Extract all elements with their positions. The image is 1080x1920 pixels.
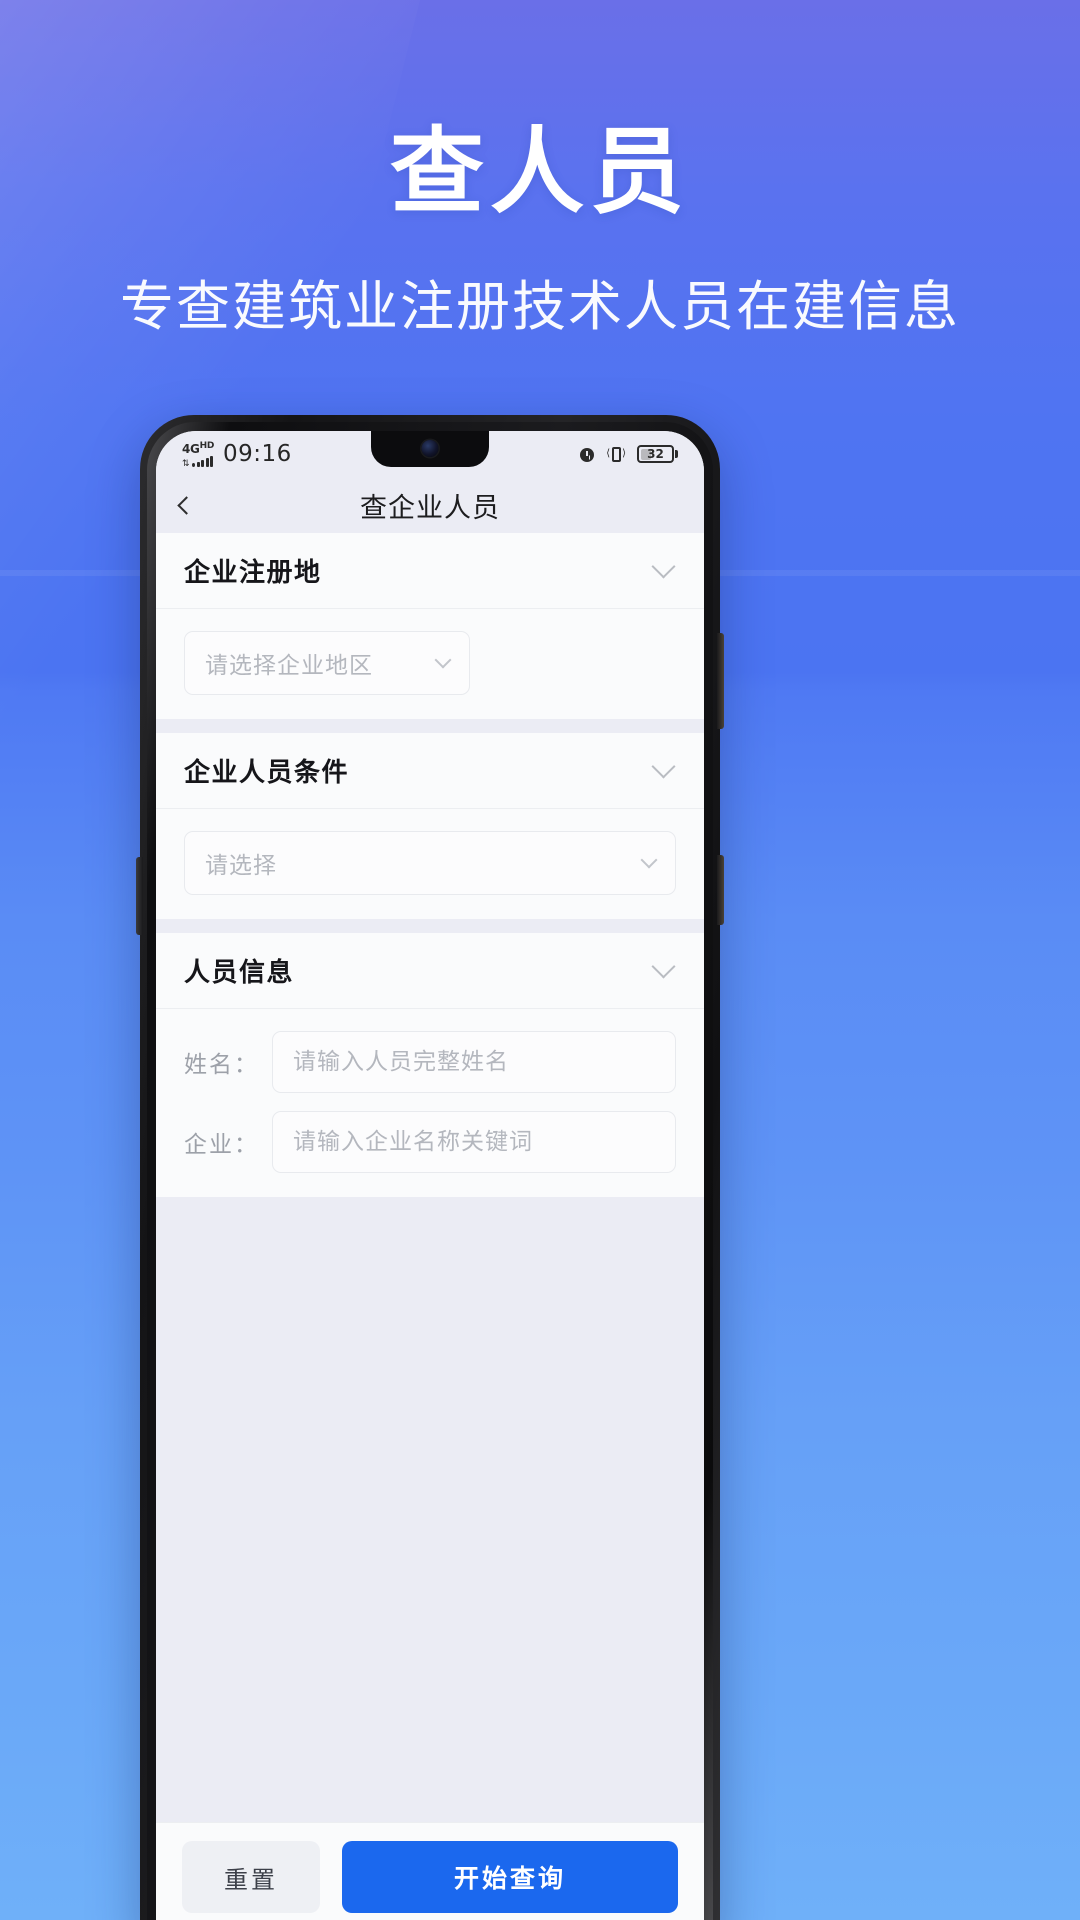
start-search-button[interactable]: 开始查询 [342, 1841, 678, 1913]
back-chevron-icon [176, 495, 196, 515]
section-header-person-criteria[interactable]: 企业人员条件 [156, 733, 704, 809]
battery-level-label: 32 [647, 447, 664, 461]
back-button[interactable] [156, 477, 212, 533]
vibrate-icon: ⟨ ⟩ [606, 446, 626, 462]
section-title: 企业人员条件 [184, 758, 350, 788]
section-gap [156, 919, 704, 933]
data-arrows-icon: ⇅ [182, 458, 190, 469]
chevron-down-icon [651, 954, 676, 979]
field-row-company: 企业： [184, 1111, 676, 1173]
criteria-select[interactable]: 请选择 [184, 831, 676, 895]
section-person-criteria: 企业人员条件 请选择 [156, 733, 704, 919]
section-company-region: 企业注册地 请选择企业地区 [156, 533, 704, 719]
network-type-label: 4G [182, 441, 200, 456]
poster-title: 查人员 [389, 118, 690, 227]
phone-notch [371, 431, 489, 467]
chevron-down-icon [640, 851, 658, 869]
phone-mockup: 4GHD ⇅ 09:16 ⟨ ⟩ 32 查企业人员 企业注册地 请选择企业地区 … [136, 415, 724, 1920]
section-gap [156, 719, 704, 733]
name-input-wrapper[interactable] [272, 1031, 676, 1093]
chevron-down-icon [651, 554, 676, 579]
company-input-wrapper[interactable] [272, 1111, 676, 1173]
reset-button[interactable]: 重置 [182, 1841, 320, 1913]
phone-side-button[interactable] [717, 855, 724, 925]
app-header: 查企业人员 [156, 477, 704, 533]
section-title: 人员信息 [184, 958, 295, 988]
section-body: 姓名： 企业： [156, 1009, 704, 1197]
section-title: 企业注册地 [184, 558, 322, 588]
section-header-company-region[interactable]: 企业注册地 [156, 533, 704, 609]
poster-subtitle: 专查建筑业注册技术人员在建信息 [120, 275, 960, 338]
chevron-down-icon [434, 651, 452, 669]
name-input[interactable] [293, 1049, 655, 1075]
status-bar-left: 4GHD ⇅ 09:16 [182, 440, 292, 469]
company-input[interactable] [293, 1129, 655, 1155]
section-header-person-info[interactable]: 人员信息 [156, 933, 704, 1009]
signal-icon: 4GHD ⇅ [182, 440, 215, 469]
section-body: 请选择企业地区 [156, 609, 704, 719]
section-person-info: 人员信息 姓名： 企业： [156, 933, 704, 1197]
phone-screen: 4GHD ⇅ 09:16 ⟨ ⟩ 32 查企业人员 企业注册地 请选择企业地区 … [156, 431, 704, 1920]
battery-icon: 32 [637, 445, 678, 463]
phone-volume-button[interactable] [136, 857, 143, 935]
app-body: 企业注册地 请选择企业地区 企业人员条件 请选择 人员信息 姓名： 请输入人员完… [156, 533, 704, 1920]
criteria-select-placeholder: 请选择 [205, 853, 277, 879]
company-field-label: 企业： [184, 1132, 259, 1158]
section-body: 请选择 [156, 809, 704, 919]
status-bar-clock: 09:16 [223, 441, 292, 467]
status-bar-right: ⟨ ⟩ 32 [579, 445, 678, 463]
chevron-down-icon [651, 754, 676, 779]
bottom-action-bar: 重置 开始查询 [156, 1822, 704, 1920]
page-title: 查企业人员 [360, 492, 500, 524]
region-select-placeholder: 请选择企业地区 [205, 653, 373, 679]
form-scroll-area[interactable]: 企业注册地 请选择企业地区 企业人员条件 请选择 人员信息 姓名： 请输入人员完… [156, 533, 704, 1822]
region-select[interactable]: 请选择企业地区 [184, 631, 470, 695]
alarm-icon [579, 446, 595, 462]
name-field-label: 姓名： [184, 1052, 259, 1078]
front-camera-icon [421, 440, 439, 457]
signal-bars-icon: ⇅ [182, 455, 214, 469]
network-hd-label: HD [199, 440, 215, 451]
field-row-name: 姓名： [184, 1031, 676, 1093]
phone-power-button[interactable] [717, 633, 724, 729]
